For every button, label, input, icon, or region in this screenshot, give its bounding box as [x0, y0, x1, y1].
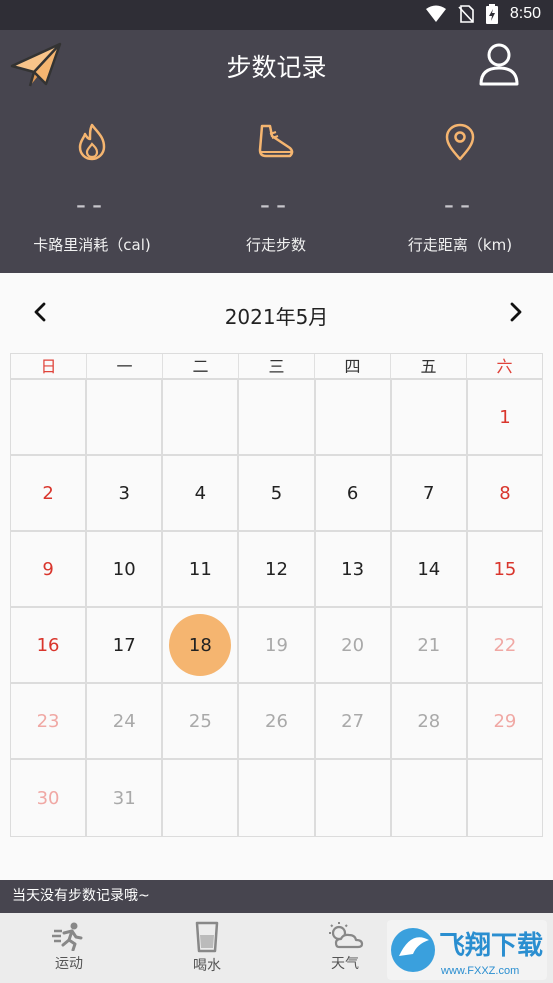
day-cell-future: 20	[316, 608, 392, 682]
day-cell-future: 24	[87, 684, 164, 758]
no-sim-icon	[458, 5, 474, 23]
user-icon[interactable]	[478, 42, 520, 86]
calendar-month-label: 2021年5月	[224, 305, 329, 329]
day-cell-future: 23	[11, 684, 88, 758]
day-cell	[87, 380, 164, 454]
day-cell[interactable]: 8	[468, 456, 542, 530]
day-cell[interactable]: 9	[11, 532, 88, 606]
calendar-week: 1	[11, 380, 542, 456]
day-cell[interactable]: 15	[468, 532, 542, 606]
weekday-fri: 五	[391, 354, 467, 378]
day-cell[interactable]: 16	[11, 608, 88, 682]
calendar-week: 23 24 25 26 27 28 29	[11, 684, 542, 760]
calories-value: --	[75, 188, 109, 221]
calendar-week: 16 17 18 19 20 21 22	[11, 608, 542, 684]
day-cell-future: 21	[392, 608, 468, 682]
run-icon	[52, 922, 83, 951]
day-cell	[239, 760, 316, 836]
steps-value: --	[259, 188, 293, 221]
day-cell	[316, 380, 392, 454]
weekday-wed: 三	[239, 354, 315, 378]
location-pin-icon	[445, 123, 475, 161]
day-cell-future: 28	[392, 684, 468, 758]
day-cell	[11, 380, 88, 454]
water-cup-icon	[195, 921, 219, 953]
page-title: 步数记录	[226, 53, 327, 82]
calendar-grid: 日 一 二 三 四 五 六 1 2 3 4 5 6 7 8 9 10 11 12…	[10, 353, 543, 837]
day-cell-future: 29	[493, 710, 517, 732]
stat-distance: -- 行走距离（km)	[368, 122, 552, 255]
day-cell-future: 19	[239, 608, 316, 682]
day-cell[interactable]: 12	[239, 532, 316, 606]
battery-charging-icon	[485, 4, 498, 24]
day-cell[interactable]: 6	[316, 456, 392, 530]
day-cell[interactable]: 14	[392, 532, 468, 606]
distance-value: --	[443, 188, 477, 221]
calendar-week: 9 10 11 12 13 14 15	[11, 532, 542, 608]
weekday-tue: 二	[163, 354, 239, 378]
wifi-icon	[425, 5, 446, 22]
calendar: 2021年5月 日 一 二 三 四 五 六 1 2 3 4 5 6 7 8 9 …	[0, 273, 553, 880]
day-cell[interactable]: 1	[468, 380, 542, 454]
weekday-thu: 四	[315, 354, 391, 378]
weekday-mon: 一	[87, 354, 163, 378]
day-cell	[392, 760, 468, 836]
stat-steps: -- 行走步数	[184, 122, 368, 255]
day-cell	[316, 760, 392, 836]
day-cell[interactable]: 3	[87, 456, 164, 530]
tab-weather-label: 天气	[331, 956, 359, 972]
status-bar: 8:50	[0, 0, 553, 30]
weekday-sun: 日	[11, 354, 87, 378]
day-cell[interactable]: 11	[163, 532, 240, 606]
day-cell-future: 26	[239, 684, 316, 758]
no-record-message: 当天没有步数记录哦~	[0, 880, 553, 913]
day-cell[interactable]: 4	[163, 456, 240, 530]
chevron-right-icon[interactable]	[502, 299, 528, 325]
distance-label: 行走距离（km)	[407, 236, 513, 254]
flame-icon	[78, 123, 106, 161]
stat-calories: -- 卡路里消耗（cal)	[0, 122, 184, 255]
header: 步数记录 -- 卡路里消耗（cal) -- 行走步数 -- 行走距离（km)	[0, 30, 553, 273]
day-cell-future: 25	[163, 684, 240, 758]
day-cell	[468, 760, 542, 836]
day-cell	[392, 380, 468, 454]
weekday-header: 日 一 二 三 四 五 六	[11, 354, 542, 380]
day-cell-future: 27	[316, 684, 392, 758]
day-cell	[239, 380, 316, 454]
tab-exercise[interactable]: 运动	[0, 913, 138, 983]
day-cell-future: 22	[493, 634, 517, 656]
calendar-week: 30 31	[11, 760, 542, 836]
day-cell[interactable]: 2	[11, 456, 88, 530]
status-time: 8:50	[509, 5, 541, 22]
day-cell[interactable]: 17	[87, 608, 164, 682]
calories-label: 卡路里消耗（cal)	[33, 236, 151, 254]
day-cell[interactable]: 5	[239, 456, 316, 530]
tab-drink-label: 喝水	[193, 958, 221, 974]
day-cell-future: 31	[87, 760, 164, 836]
day-cell-selected[interactable]: 18	[163, 608, 240, 682]
day-cell[interactable]: 7	[392, 456, 468, 530]
stats-row: -- 卡路里消耗（cal) -- 行走步数 -- 行走距离（km)	[0, 122, 553, 255]
weekday-sat: 六	[496, 357, 513, 376]
weather-icon	[329, 922, 364, 949]
shoe-icon	[258, 124, 294, 158]
calendar-nav: 2021年5月	[0, 273, 553, 353]
day-cell-future: 30	[11, 760, 88, 836]
day-cell[interactable]: 13	[316, 532, 392, 606]
watermark-url: www.FXXZ.com	[440, 965, 519, 977]
watermark-title: 飞翔下载	[439, 931, 543, 961]
site-watermark-logo: 飞翔下载 www.FXXZ.com	[387, 920, 547, 980]
tab-exercise-label: 运动	[55, 956, 83, 972]
day-cell	[163, 760, 240, 836]
calendar-week: 2 3 4 5 6 7 8	[11, 456, 542, 532]
day-cell[interactable]: 10	[87, 532, 164, 606]
steps-label: 行走步数	[245, 236, 306, 254]
tab-drink[interactable]: 喝水	[138, 913, 276, 983]
day-cell	[163, 380, 240, 454]
